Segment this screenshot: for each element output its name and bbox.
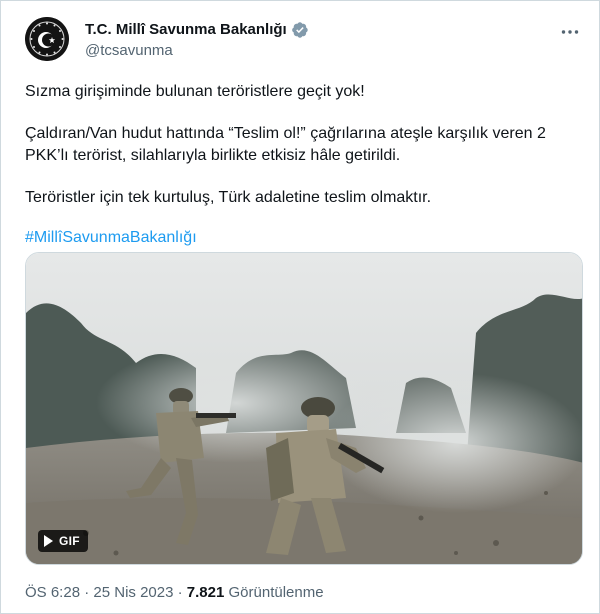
display-name[interactable]: T.C. Millî Savunma Bakanlığı [85,20,309,39]
tweet-card: T.C. Millî Savunma Bakanlığı @tcsavunma … [0,0,600,614]
verified-badge-icon [291,21,308,38]
meta-separator: · [84,584,90,601]
meta-separator-2: · [177,584,183,601]
avatar[interactable] [25,17,69,61]
more-options-icon [561,30,579,34]
ministry-emblem-icon [25,17,69,61]
gif-badge-label: GIF [59,534,80,548]
account-handle[interactable]: @tcsavunma [85,41,309,61]
views-count: 7.821 [186,584,225,601]
account-names: T.C. Millî Savunma Bakanlığı @tcsavunma [85,20,309,61]
more-options-button[interactable] [559,21,581,43]
play-icon [44,535,53,547]
gif-badge[interactable]: GIF [38,530,88,552]
tweet-meta: ÖS 6:28 · 25 Nis 2023 · 7.821 Görüntülen… [25,583,324,603]
gif-media[interactable]: GIF [25,252,583,565]
gif-thumbnail-image [26,253,582,564]
hashtag-link[interactable]: #MillîSavunmaBakanlığı [25,227,197,249]
views-label: Görüntülenme [228,584,324,601]
tweet-time[interactable]: ÖS 6:28 [25,584,80,601]
display-name-text: T.C. Millî Savunma Bakanlığı [85,21,287,38]
tweet-date[interactable]: 25 Nis 2023 [93,584,173,601]
tweet-header: T.C. Millî Savunma Bakanlığı @tcsavunma [25,17,581,63]
tweet-line-1: Sızma girişiminde bulunan teröristlere g… [25,83,365,100]
tweet-line-3: Teröristler için tek kurtuluş, Türk adal… [25,189,432,206]
tweet-line-2: Çaldıran/Van hudut hattında “Teslim ol!”… [25,125,546,164]
